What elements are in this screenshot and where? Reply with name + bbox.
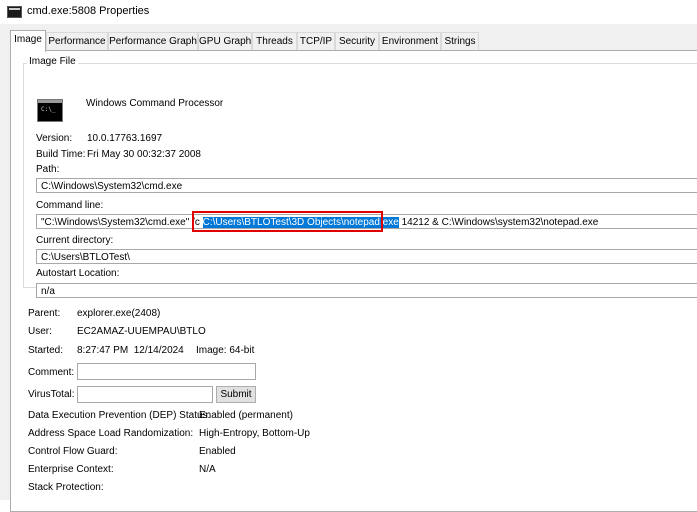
path-field[interactable]: C:\Windows\System32\cmd.exe [36,178,697,193]
virustotal-input[interactable] [77,386,213,403]
current-directory-field[interactable]: C:\Users\BTLOTest\ [36,249,697,264]
dep-value: Enabled (permanent) [199,410,293,421]
tab-performance-graph[interactable]: Performance Graph [108,32,198,50]
submit-button[interactable]: Submit [216,386,256,403]
parent-value: explorer.exe(2408) [77,308,161,319]
command-line-label: Command line: [36,200,104,211]
image-description: Windows Command Processor [86,98,224,109]
tab-threads[interactable]: Threads [252,32,297,50]
tab-environment[interactable]: Environment [379,32,441,50]
tab-gpu-graph[interactable]: GPU Graph [198,32,252,50]
image-tab-page: Image File C:\_ Windows Command Processo… [10,50,697,512]
tab-strings[interactable]: Strings [441,32,479,50]
aslr-label: Address Space Load Randomization: [28,428,194,439]
started-label: Started: [28,345,64,356]
user-value: EC2AMAZ-UUEMPAU\BTLO [77,326,206,337]
current-directory-label: Current directory: [36,235,114,246]
enterprise-context-label: Enterprise Context: [28,464,114,475]
properties-dialog: Image Performance Performance Graph GPU … [0,24,697,512]
command-line-suffix: 14212 & C:\Windows\system32\notepad.exe [398,217,599,228]
autostart-label: Autostart Location: [36,268,120,279]
comment-input[interactable] [77,363,256,380]
tab-image[interactable]: Image [10,30,46,52]
started-value: 8:27:47 PM 12/14/2024 [77,345,184,356]
user-label: User: [28,326,52,337]
autostart-field[interactable]: n/a [36,283,697,298]
enterprise-context-value: N/A [199,464,216,475]
console-app-icon [7,6,22,18]
image-file-legend: Image File [27,56,78,67]
image-bitness: Image: 64-bit [196,345,255,356]
version-value: 10.0.17763.1697 [87,133,163,144]
stack-protection-label: Stack Protection: [28,482,104,493]
tab-security[interactable]: Security [335,32,379,50]
tab-performance[interactable]: Performance [46,32,108,50]
virustotal-label: VirusTotal: [28,389,75,400]
build-time-value: Fri May 30 00:32:37 2008 [87,149,201,160]
tab-tcpip[interactable]: TCP/IP [297,32,335,50]
cmd-executable-icon: C:\_ [37,99,63,122]
parent-label: Parent: [28,308,61,319]
command-line-prefix: "C:\Windows\System32\cmd.exe" /c [41,217,203,228]
aslr-value: High-Entropy, Bottom-Up [199,428,310,439]
dep-label: Data Execution Prevention (DEP) Status: [28,410,211,421]
cfg-value: Enabled [199,446,236,457]
path-label: Path: [36,164,60,175]
window-title: cmd.exe:5808 Properties [27,5,150,17]
highlight-box [192,211,383,232]
version-label: Version: [36,133,73,144]
title-bar: cmd.exe:5808 Properties [0,0,697,24]
comment-label: Comment: [28,367,75,378]
build-time-label: Build Time: [36,149,86,160]
cfg-label: Control Flow Guard: [28,446,118,457]
